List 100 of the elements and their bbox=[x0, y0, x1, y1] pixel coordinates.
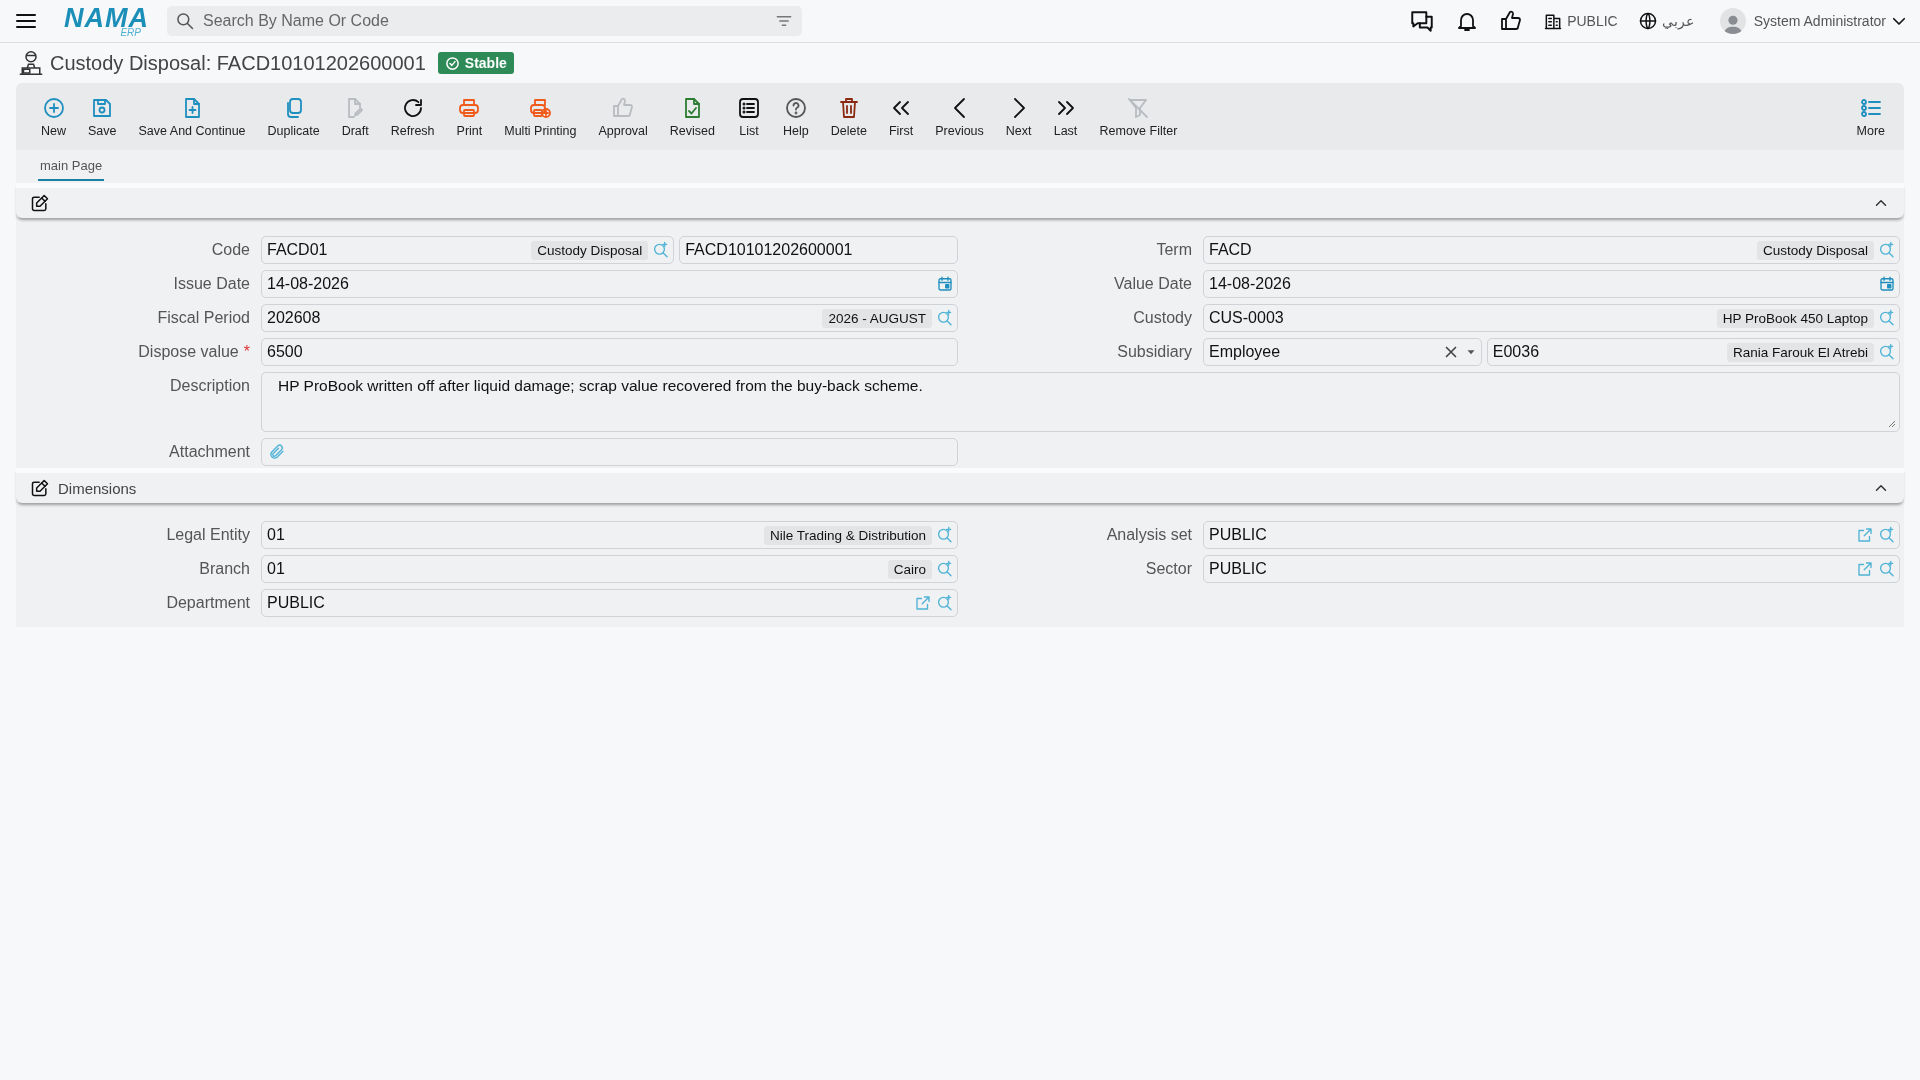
paperclip-icon[interactable] bbox=[268, 443, 286, 461]
search-plus-icon[interactable] bbox=[1878, 526, 1896, 544]
calendar-icon[interactable] bbox=[1878, 275, 1896, 293]
toolbar-button[interactable]: First bbox=[877, 91, 925, 142]
attachment-field[interactable] bbox=[261, 438, 958, 466]
field-label: Subsidiary bbox=[1117, 343, 1192, 360]
external-link-icon[interactable] bbox=[1856, 560, 1874, 578]
search-plus-icon[interactable] bbox=[652, 241, 671, 259]
search-icon bbox=[175, 11, 195, 31]
lookup-description: HP ProBook 450 Laptop bbox=[1716, 308, 1874, 328]
resize-handle-icon[interactable] bbox=[1888, 420, 1896, 428]
toolbar-button[interactable]: Refresh bbox=[379, 91, 446, 142]
search-plus-icon[interactable] bbox=[936, 526, 954, 544]
tab[interactable]: main Page bbox=[38, 156, 105, 181]
edit-icon bbox=[30, 193, 50, 213]
section-title: Dimensions bbox=[58, 479, 137, 497]
more-button[interactable]: More bbox=[1845, 91, 1896, 142]
lookup-field[interactable]: CUS-0003 HP ProBook 450 Laptop bbox=[1203, 304, 1900, 332]
toolbar-button[interactable]: Duplicate bbox=[256, 91, 331, 142]
toolbar-button[interactable]: List bbox=[726, 91, 772, 142]
field-label: Analysis set bbox=[1106, 526, 1192, 543]
lookup-field[interactable]: 01 Nile Trading & Distribution bbox=[261, 521, 958, 549]
language-link[interactable]: عربي bbox=[1661, 13, 1694, 29]
search-plus-icon[interactable] bbox=[936, 309, 954, 327]
toolbar-button[interactable]: Revised bbox=[658, 91, 726, 142]
check-circle-icon bbox=[444, 55, 460, 71]
date-field[interactable]: 14-08-2026 bbox=[261, 270, 958, 298]
user-menu[interactable]: System Administrator bbox=[1753, 12, 1908, 30]
lookup-field[interactable]: PUBLIC bbox=[1203, 521, 1900, 549]
lookup-field[interactable]: FACD01 Custody Disposal bbox=[261, 236, 675, 264]
field-label: Attachment bbox=[169, 443, 250, 460]
search-plus-icon[interactable] bbox=[1878, 309, 1896, 327]
field-value: 14-08-2026 bbox=[267, 275, 350, 293]
field-value: PUBLIC bbox=[1209, 526, 1268, 544]
building-icon bbox=[1543, 11, 1564, 31]
lookup-field[interactable]: PUBLIC bbox=[261, 589, 958, 617]
field-value: E0036 bbox=[1492, 343, 1541, 361]
company-name[interactable]: PUBLIC bbox=[1567, 13, 1618, 29]
toolbar-button[interactable]: Help bbox=[772, 91, 820, 142]
toolbar-button[interactable]: Previous bbox=[924, 91, 995, 142]
field-value: Employee bbox=[1209, 343, 1282, 361]
field-label: Code bbox=[211, 241, 250, 258]
search-plus-icon[interactable] bbox=[1878, 560, 1896, 578]
text-area[interactable]: HP ProBook written off after liquid damage; scrap value recovered from the buy-back scheme. bbox=[261, 372, 1900, 432]
field-value: 6500 bbox=[267, 343, 304, 361]
field-value: FACD bbox=[1209, 241, 1253, 259]
toolbar-button[interactable]: Save bbox=[77, 91, 128, 142]
select-field[interactable]: Employee bbox=[1203, 338, 1482, 366]
external-link-icon[interactable] bbox=[914, 594, 932, 612]
field-label: Custody bbox=[1133, 309, 1192, 326]
field-value: FACD01 bbox=[267, 241, 329, 259]
lookup-description: Nile Trading & Distribution bbox=[763, 525, 932, 545]
lookup-field[interactable]: E0036 Rania Farouk El Atrebi bbox=[1486, 338, 1900, 366]
toolbar-button[interactable]: New bbox=[30, 91, 77, 142]
text-field[interactable]: 6500 bbox=[261, 338, 958, 366]
search-field[interactable]: Search By Name Or Code bbox=[167, 6, 802, 36]
toolbar-button[interactable]: Print bbox=[445, 91, 494, 142]
toolbar-button[interactable]: Last bbox=[1042, 91, 1089, 142]
field-value: 01 bbox=[267, 560, 286, 578]
field-label: Legal Entity bbox=[166, 526, 250, 543]
field-value: PUBLIC bbox=[267, 594, 326, 612]
lookup-field[interactable]: PUBLIC bbox=[1203, 555, 1900, 583]
avatar-icon[interactable] bbox=[1719, 8, 1746, 34]
field-value: 14-08-2026 bbox=[1209, 275, 1292, 293]
field-label: Term bbox=[1156, 241, 1192, 258]
lookup-field[interactable]: 202608 2026 - AUGUST bbox=[261, 304, 958, 332]
lookup-description: Rania Farouk El Atrebi bbox=[1726, 342, 1874, 362]
field-label: Sector bbox=[1145, 560, 1192, 577]
lookup-field[interactable]: 01 Cairo bbox=[261, 555, 958, 583]
field-value: PUBLIC bbox=[1209, 560, 1268, 578]
search-plus-icon[interactable] bbox=[1878, 343, 1896, 361]
required-mark: * bbox=[243, 343, 250, 360]
lookup-description: Custody Disposal bbox=[531, 240, 649, 260]
field-value: FACD10101202600001 bbox=[685, 241, 854, 259]
field-value: HP ProBook written off after liquid damage; scrap value recovered from the buy-back scheme. bbox=[278, 377, 924, 395]
text-field[interactable]: FACD10101202600001 bbox=[679, 236, 958, 264]
search-plus-icon[interactable] bbox=[936, 594, 954, 612]
toolbar-button[interactable]: Save And Continue bbox=[127, 91, 257, 142]
search-plus-icon[interactable] bbox=[936, 560, 954, 578]
field-label: Fiscal Period bbox=[157, 309, 250, 326]
calendar-icon[interactable] bbox=[936, 275, 954, 293]
lookup-description: 2026 - AUGUST bbox=[822, 308, 932, 328]
toolbar-button[interactable]: Delete bbox=[819, 91, 878, 142]
lookup-description: Custody Disposal bbox=[1756, 240, 1874, 260]
status-badge: Stable bbox=[437, 52, 514, 74]
date-field[interactable]: 14-08-2026 bbox=[1203, 270, 1900, 298]
field-label: Issue Date bbox=[173, 275, 250, 292]
toolbar-button[interactable]: Multi Printing bbox=[493, 91, 588, 142]
external-link-icon[interactable] bbox=[1856, 526, 1874, 544]
globe-icon bbox=[1637, 11, 1658, 31]
field-label: Department bbox=[166, 594, 250, 611]
page-title: Custody Disposal: FACD10101202600001 bbox=[50, 51, 426, 75]
field-label: Branch bbox=[199, 560, 250, 577]
field-value: 202608 bbox=[267, 309, 322, 327]
field-value: CUS-0003 bbox=[1209, 309, 1285, 327]
search-plus-icon[interactable] bbox=[1878, 241, 1896, 259]
lookup-field[interactable]: FACD Custody Disposal bbox=[1203, 236, 1900, 264]
field-value: 01 bbox=[267, 526, 286, 544]
edit-icon bbox=[30, 478, 50, 498]
toolbar-button[interactable]: Next bbox=[994, 91, 1043, 142]
